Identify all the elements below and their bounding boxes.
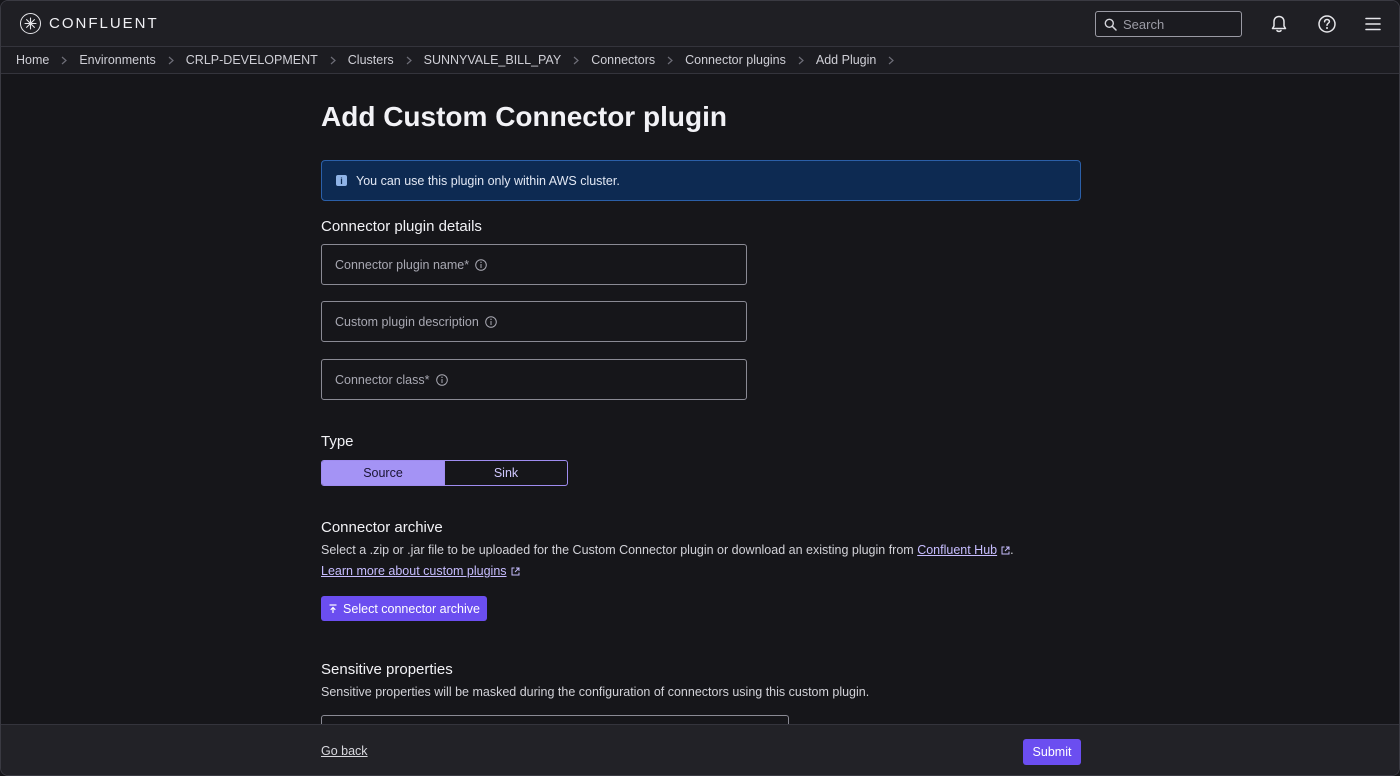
chevron-right-icon bbox=[573, 56, 580, 65]
archive-description-text: Select a .zip or .jar file to be uploade… bbox=[321, 543, 914, 557]
connector-class-field[interactable]: Connector class* bbox=[321, 359, 747, 400]
top-bar: CONFLUENT bbox=[1, 1, 1399, 47]
search-icon bbox=[1104, 18, 1117, 31]
footer-bar: Go back Submit bbox=[1, 724, 1399, 775]
info-circle-icon[interactable] bbox=[475, 258, 487, 271]
plugin-details-heading: Connector plugin details bbox=[321, 218, 482, 235]
page-title: Add Custom Connector plugin bbox=[321, 101, 727, 132]
type-heading: Type bbox=[321, 433, 354, 450]
info-circle-icon[interactable] bbox=[485, 315, 497, 328]
info-circle-icon[interactable] bbox=[435, 373, 448, 386]
breadcrumb-item-clusters[interactable]: Clusters bbox=[348, 53, 424, 67]
plugin-description-label: Custom plugin description bbox=[335, 314, 479, 329]
chevron-right-icon bbox=[667, 56, 674, 65]
breadcrumb-item-connectors[interactable]: Connectors bbox=[591, 53, 685, 67]
confluent-logo-icon bbox=[20, 13, 41, 34]
type-sink-button[interactable]: Sink bbox=[444, 461, 567, 485]
select-archive-button[interactable]: Select connector archive bbox=[321, 596, 487, 621]
plugin-name-label: Connector plugin name* bbox=[335, 257, 470, 272]
breadcrumb-label[interactable]: CRLP-DEVELOPMENT bbox=[186, 53, 318, 67]
connector-archive-heading: Connector archive bbox=[321, 519, 443, 536]
description-period: . bbox=[1010, 543, 1014, 557]
select-archive-label: Select connector archive bbox=[343, 601, 480, 616]
submit-button[interactable]: Submit bbox=[1023, 739, 1081, 765]
learn-more-link[interactable]: Learn more about custom plugins bbox=[321, 564, 507, 578]
connector-class-label: Connector class* bbox=[335, 372, 430, 387]
help-icon[interactable] bbox=[1316, 13, 1338, 35]
connector-archive-description: Select a .zip or .jar file to be uploade… bbox=[321, 543, 1014, 558]
breadcrumb-item-connector-plugins[interactable]: Connector plugins bbox=[685, 53, 816, 67]
breadcrumb-item-add-plugin: Add Plugin bbox=[816, 53, 906, 67]
breadcrumb-item-environment[interactable]: CRLP-DEVELOPMENT bbox=[186, 53, 348, 67]
info-icon: i bbox=[336, 175, 347, 186]
chevron-right-icon bbox=[406, 56, 412, 65]
confluent-hub-link[interactable]: Confluent Hub bbox=[917, 543, 997, 557]
breadcrumb: Home Environments CRLP-DEVELOPMENT Clust… bbox=[1, 47, 1399, 74]
info-banner-text: You can use this plugin only within AWS … bbox=[356, 173, 620, 188]
type-toggle: Source Sink bbox=[321, 460, 568, 486]
info-banner: i You can use this plugin only within AW… bbox=[321, 160, 1081, 201]
breadcrumb-label: Add Plugin bbox=[815, 53, 877, 67]
chevron-right-icon bbox=[61, 56, 68, 65]
plugin-description-field[interactable]: Custom plugin description bbox=[321, 301, 747, 342]
learn-more-row: Learn more about custom plugins bbox=[321, 564, 520, 579]
search-box[interactable] bbox=[1095, 11, 1242, 37]
breadcrumb-item-cluster[interactable]: SUNNYVALE_BILL_PAY bbox=[424, 53, 592, 67]
sensitive-properties-heading: Sensitive properties bbox=[321, 661, 453, 678]
breadcrumb-label[interactable]: Clusters bbox=[348, 53, 394, 67]
upload-icon bbox=[328, 603, 338, 614]
sensitive-properties-description: Sensitive properties will be masked duri… bbox=[321, 685, 870, 699]
menu-icon[interactable] bbox=[1362, 13, 1384, 35]
breadcrumb-label[interactable]: Home bbox=[16, 53, 49, 67]
breadcrumb-label[interactable]: Connectors bbox=[591, 53, 655, 67]
brand-name: CONFLUENT bbox=[49, 15, 159, 32]
breadcrumb-label[interactable]: Connector plugins bbox=[685, 53, 786, 67]
brand-logo[interactable]: CONFLUENT bbox=[20, 13, 159, 34]
app-window: CONFLUENT Search Home Environments CRLP-… bbox=[0, 0, 1400, 776]
chevron-right-icon bbox=[798, 56, 804, 65]
type-source-button[interactable]: Source bbox=[322, 461, 444, 485]
breadcrumb-item-environments[interactable]: Environments bbox=[79, 53, 185, 67]
external-link-icon bbox=[511, 565, 520, 579]
plugin-name-field[interactable]: Connector plugin name* bbox=[321, 244, 747, 285]
external-link-icon bbox=[1001, 544, 1010, 558]
breadcrumb-item-home[interactable]: Home bbox=[16, 53, 79, 67]
breadcrumb-label[interactable]: SUNNYVALE_BILL_PAY bbox=[424, 53, 562, 67]
chevron-right-icon bbox=[888, 56, 895, 65]
go-back-link[interactable]: Go back bbox=[321, 744, 368, 758]
chevron-right-icon bbox=[330, 56, 336, 65]
bell-icon[interactable] bbox=[1268, 13, 1290, 35]
search-input[interactable] bbox=[1123, 16, 1233, 32]
breadcrumb-label[interactable]: Environments bbox=[79, 53, 155, 67]
chevron-right-icon bbox=[168, 56, 174, 65]
